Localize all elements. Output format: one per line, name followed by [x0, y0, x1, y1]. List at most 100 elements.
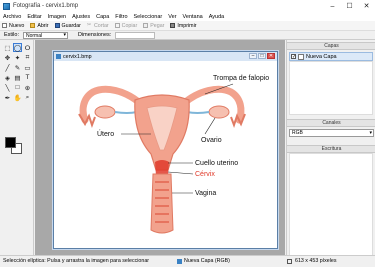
lasso-tool-icon[interactable]: ⵔ: [23, 43, 32, 52]
eraser-tool-icon[interactable]: ▭: [23, 63, 32, 72]
brush-tool-icon[interactable]: ╱: [3, 63, 12, 72]
maximize-button[interactable]: ☐: [341, 0, 358, 12]
zoom-tool-icon[interactable]: ⌕: [23, 93, 32, 102]
image-canvas[interactable]: Trompa de falopio Útero Ovario Cuello ut…: [55, 62, 276, 248]
crop-tool-icon[interactable]: ⌗: [23, 53, 32, 62]
cervix-leader: [167, 171, 194, 175]
save-button[interactable]: Guardar: [54, 22, 81, 29]
foreground-color-swatch[interactable]: [5, 137, 16, 148]
menu-ajustes[interactable]: Ajustes: [72, 14, 90, 20]
channel-mode-select[interactable]: RGB: [289, 129, 374, 137]
label-vagina: Vagina: [195, 190, 216, 197]
layer-thumbnail: [298, 53, 304, 60]
status-layer-text: Nueva Capa (RGB): [184, 258, 230, 264]
document-title-bar[interactable]: cervix1.bmp – □ ✕: [54, 52, 277, 61]
layer-item[interactable]: ✓ Nueva Capa: [289, 52, 373, 61]
window-title: Fotografía - cervix1.bmp: [13, 3, 79, 9]
main-toolbar: Nuevo Abrir Guardar ✂ Cortar Copiar Pega…: [0, 21, 375, 31]
menu-imagen[interactable]: Imagen: [48, 14, 66, 20]
vagina: [150, 173, 174, 234]
line-tool-icon[interactable]: ╲: [3, 83, 12, 92]
ovario-leader: [204, 117, 216, 135]
layers-panel-title: Capas: [287, 42, 375, 50]
menu-seleccionar[interactable]: Seleccionar: [134, 14, 163, 20]
document-controls: – □ ✕: [248, 53, 275, 59]
ellipse-select-tool-icon[interactable]: ◯: [13, 43, 22, 52]
title-bar: Fotografía - cervix1.bmp – ☐ ✕: [0, 0, 375, 12]
new-button[interactable]: Nuevo: [2, 23, 24, 29]
app-icon: [3, 2, 10, 10]
left-ovarian-ligament: [114, 111, 138, 114]
menu-capa[interactable]: Capa: [96, 14, 109, 20]
layer-visibility-checkbox[interactable]: ✓: [291, 54, 296, 60]
doc-close-button[interactable]: ✕: [267, 53, 275, 59]
text-tool-icon[interactable]: T: [23, 73, 32, 82]
style-label: Estilo:: [4, 32, 19, 38]
window-controls: – ☐ ✕: [324, 0, 375, 12]
status-size: 613 x 453 píxeles: [287, 258, 337, 264]
left-ovary: [94, 105, 116, 119]
pencil-tool-icon[interactable]: ✎: [13, 63, 22, 72]
right-ovary: [208, 105, 230, 119]
folder-icon: [30, 23, 36, 28]
clone-tool-icon[interactable]: ⊕: [23, 83, 32, 92]
menu-archivo[interactable]: Archivo: [3, 14, 21, 20]
menu-ver[interactable]: Ver: [168, 14, 176, 20]
layer-icon: [177, 258, 182, 264]
printer-icon: [170, 23, 176, 28]
save-label: Guardar: [61, 22, 81, 29]
hand-tool-icon[interactable]: ✋: [13, 93, 22, 102]
writing-panel-title: Escritura: [287, 145, 375, 153]
new-label: Nuevo: [9, 22, 25, 29]
menu-editar[interactable]: Editar: [27, 14, 41, 20]
paste-icon: [143, 23, 149, 28]
channels-panel-title: Canales: [287, 119, 375, 127]
minimize-button[interactable]: –: [324, 0, 341, 12]
style-select[interactable]: Normal: [22, 31, 68, 39]
rect-select-tool-icon[interactable]: ⬚: [3, 43, 12, 52]
doc-minimize-button[interactable]: –: [249, 53, 257, 59]
shape-tool-icon[interactable]: □: [13, 83, 22, 92]
doc-maximize-button[interactable]: □: [258, 53, 266, 59]
dimensions-field[interactable]: [115, 31, 156, 39]
paste-button[interactable]: Pegar: [143, 23, 164, 29]
magic-wand-tool-icon[interactable]: ✦: [13, 53, 22, 62]
status-hint: Selección elíptica: Pulsa y arrastra la …: [3, 258, 150, 264]
menu-filtro[interactable]: Filtro: [115, 14, 127, 20]
layers-list-area: [289, 61, 373, 115]
label-ovario: Ovario: [201, 137, 222, 144]
options-bar: Estilo: Normal Dimensiones:: [0, 31, 375, 40]
document-title: cervix1.bmp: [63, 53, 92, 60]
open-button[interactable]: Abrir: [30, 23, 49, 29]
cut-button[interactable]: ✂ Cortar: [87, 23, 109, 29]
status-layer: Nueva Capa (RGB): [176, 258, 230, 264]
move-tool-icon[interactable]: ✥: [3, 53, 12, 62]
writing-area[interactable]: [289, 153, 373, 261]
layer-name: Nueva Capa: [306, 53, 337, 60]
fill-tool-icon[interactable]: ◈: [3, 73, 12, 82]
label-utero: Útero: [97, 129, 114, 138]
copy-button[interactable]: Copiar: [114, 22, 138, 29]
print-button[interactable]: Imprimir: [170, 23, 197, 29]
label-cuello: Cuello uterino: [195, 160, 238, 167]
status-size-text: 613 x 453 píxeles: [295, 258, 337, 264]
scissors-icon: ✂: [86, 22, 92, 28]
right-ovarian-ligament: [186, 111, 210, 114]
paste-label: Pegar: [150, 22, 165, 29]
image-size-icon: [287, 258, 292, 264]
copy-label: Copiar: [121, 22, 138, 29]
right-panel: Capas ✓ Nueva Capa Canales RGB Escritura: [286, 40, 375, 261]
copy-icon: [114, 23, 120, 28]
menu-ayuda[interactable]: Ayuda: [209, 14, 225, 20]
workspace: cervix1.bmp – □ ✕ Trompa de falopio Úter…: [35, 40, 285, 255]
gradient-tool-icon[interactable]: ▤: [13, 73, 22, 82]
close-button[interactable]: ✕: [358, 0, 375, 12]
toolbox: ⬚ ◯ ⵔ ✥ ✦ ⌗ ╱ ✎ ▭ ◈ ▤ T ╲ □ ⊕ ✒ ✋ ⌕: [0, 40, 34, 255]
eyedropper-tool-icon[interactable]: ✒: [3, 93, 12, 102]
document-window: cervix1.bmp – □ ✕ Trompa de falopio Úter…: [53, 51, 278, 249]
menu-ventana[interactable]: Ventana: [183, 14, 203, 20]
new-file-icon: [2, 23, 7, 28]
cut-label: Cortar: [93, 22, 109, 29]
status-bar: Selección elíptica: Pulsa y arrastra la …: [0, 255, 375, 267]
label-cervix: Cérvix: [195, 171, 215, 178]
